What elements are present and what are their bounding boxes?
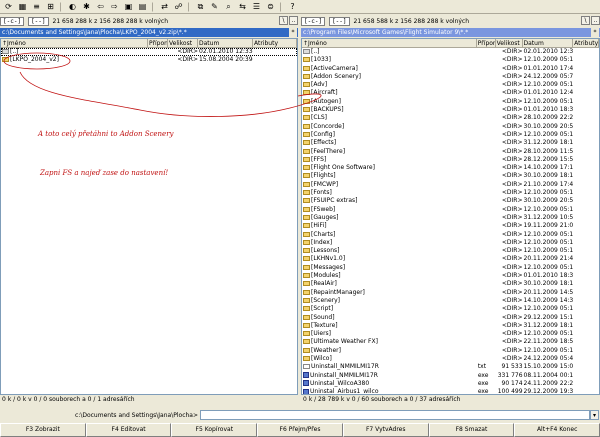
f7-mkdir-button[interactable]: F7 VytvAdres — [342, 423, 429, 437]
annotation-text-2: Zapni FS a najeď zase do nastavení! — [40, 169, 169, 177]
command-line: c:\Documents and Settings\Jana\Plocha> ▾ — [0, 409, 600, 421]
f4-edit-button[interactable]: F4 Editovat — [85, 423, 172, 437]
annotation-arrow — [19, 71, 322, 117]
annotation-drawing — [3, 52, 322, 117]
annotation-circle — [3, 52, 71, 70]
f6-move-button[interactable]: F6 Přejm/Přes — [257, 423, 343, 437]
alt-f4-exit-button[interactable]: Alt+F4 Konec — [514, 423, 600, 437]
f5-copy-button[interactable]: F5 Kopírovat — [171, 423, 258, 437]
command-input[interactable] — [200, 410, 590, 420]
left-status: 0 k / 0 k v 0 / 0 souborech a 0 / 1 adre… — [2, 396, 135, 403]
function-key-bar: F3 Zobrazit F4 Editovat F5 Kopírovat F6 … — [0, 423, 600, 437]
right-status: 0 k / 28 789 k v 0 / 60 souborech a 0 / … — [303, 396, 461, 403]
f8-delete-button[interactable]: F8 Smazat — [428, 423, 515, 437]
annotation-text-1: A toto celý přetáhni to Addon Scenery — [38, 130, 174, 138]
command-prompt: c:\Documents and Settings\Jana\Plocha> — [75, 411, 198, 419]
f3-view-button[interactable]: F3 Zobrazit — [0, 423, 86, 437]
command-history-dropdown[interactable]: ▾ — [590, 410, 599, 420]
